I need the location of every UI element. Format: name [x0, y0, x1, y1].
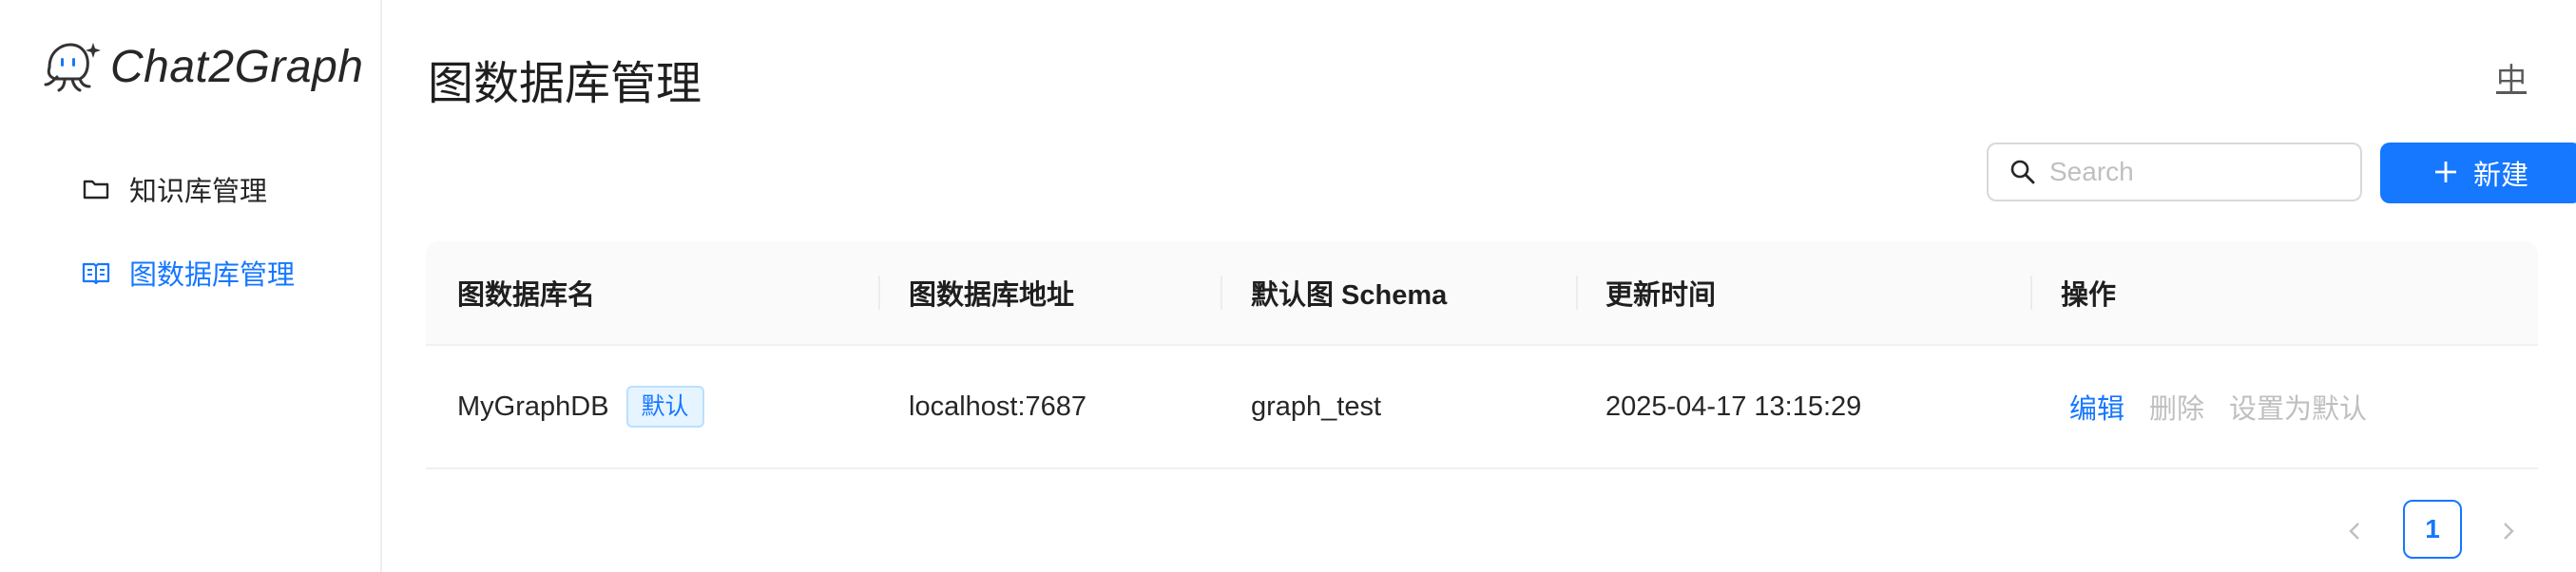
- pagination-prev[interactable]: [2323, 500, 2386, 562]
- edit-link[interactable]: 编辑: [2069, 387, 2124, 427]
- language-toggle[interactable]: 中: [2496, 55, 2527, 99]
- search-input[interactable]: [2047, 156, 2336, 188]
- table-row: MyGraphDB 默认 localhost:7687 graph_test 2…: [426, 346, 2538, 469]
- cell-actions: 编辑 删除 设置为默认: [2069, 346, 2392, 467]
- chevron-right-icon: [2499, 520, 2518, 543]
- pagination-page-current[interactable]: 1: [2403, 500, 2462, 559]
- column-divider: [1221, 276, 1222, 310]
- column-header-address: 图数据库地址: [909, 280, 1075, 311]
- graph-db-table: 图数据库名 图数据库地址 默认图 Schema 更新时间 操作 MyGraphD…: [426, 241, 2538, 469]
- octopus-logo-icon: [38, 39, 101, 94]
- column-divider: [2030, 276, 2032, 310]
- pagination-next[interactable]: [2477, 500, 2540, 562]
- page-title: 图数据库管理: [428, 59, 702, 109]
- chevron-left-icon: [2345, 520, 2364, 543]
- book-icon: [82, 258, 110, 287]
- search-box[interactable]: [1987, 143, 2362, 201]
- table-header: 图数据库名 图数据库地址 默认图 Schema 更新时间 操作: [426, 241, 2538, 346]
- cell-schema: graph_test: [1251, 391, 1382, 422]
- db-name: MyGraphDB: [457, 391, 609, 422]
- plus-icon: [2433, 156, 2458, 190]
- search-icon: [2009, 159, 2036, 185]
- column-header-actions: 操作: [2061, 280, 2117, 311]
- sidebar: Chat2Graph 知识库管理 图数据库管理: [0, 0, 382, 572]
- main-content: 图数据库管理 中 新建 图数据库名 图数据库地址 默认图 Schema 更: [380, 0, 2576, 572]
- cell-updated: 2025-04-17 13:15:29: [1605, 391, 1862, 422]
- column-header-name: 图数据库名: [457, 280, 596, 311]
- set-default-link[interactable]: 设置为默认: [2229, 387, 2367, 427]
- sidebar-item-label: 知识库管理: [129, 177, 268, 207]
- delete-link[interactable]: 删除: [2149, 387, 2204, 427]
- folder-icon: [82, 175, 110, 203]
- cell-name: MyGraphDB 默认: [457, 346, 704, 467]
- column-divider: [1576, 276, 1578, 310]
- new-button[interactable]: 新建: [2380, 143, 2576, 203]
- sidebar-item-label: 图数据库管理: [129, 260, 296, 291]
- column-header-schema: 默认图 Schema: [1251, 280, 1448, 311]
- app-logo[interactable]: Chat2Graph: [38, 38, 364, 95]
- sidebar-item-knowledge-base[interactable]: 知识库管理: [82, 169, 267, 209]
- cell-address: localhost:7687: [909, 391, 1087, 422]
- column-divider: [878, 276, 880, 310]
- column-header-updated: 更新时间: [1605, 280, 1717, 311]
- default-badge: 默认: [625, 386, 704, 428]
- app-logo-text: Chat2Graph: [110, 41, 364, 92]
- new-button-label: 新建: [2472, 161, 2528, 191]
- sidebar-item-graph-db[interactable]: 图数据库管理: [82, 253, 295, 293]
